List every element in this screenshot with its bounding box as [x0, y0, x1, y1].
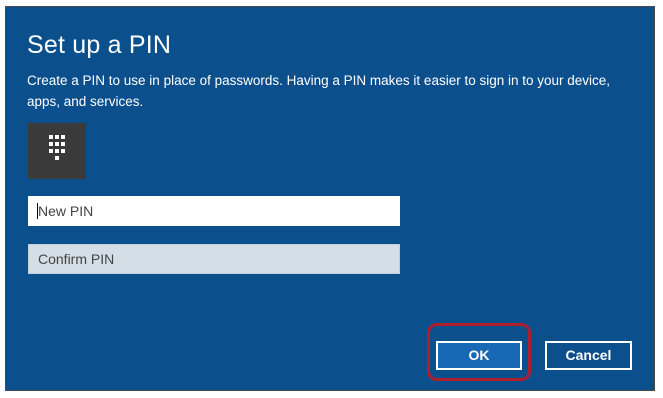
cancel-button[interactable]: Cancel [545, 341, 632, 370]
new-pin-input[interactable] [28, 196, 400, 226]
keypad-icon [28, 123, 86, 179]
dialog-description: Create a PIN to use in place of password… [27, 73, 611, 109]
pin-setup-dialog: Set up a PIN Create a PIN to use in plac… [5, 6, 655, 391]
ok-button[interactable]: OK [436, 341, 522, 370]
dialog-title: Set up a PIN [27, 31, 172, 59]
text-caret [37, 203, 38, 219]
confirm-pin-input[interactable] [28, 244, 400, 274]
